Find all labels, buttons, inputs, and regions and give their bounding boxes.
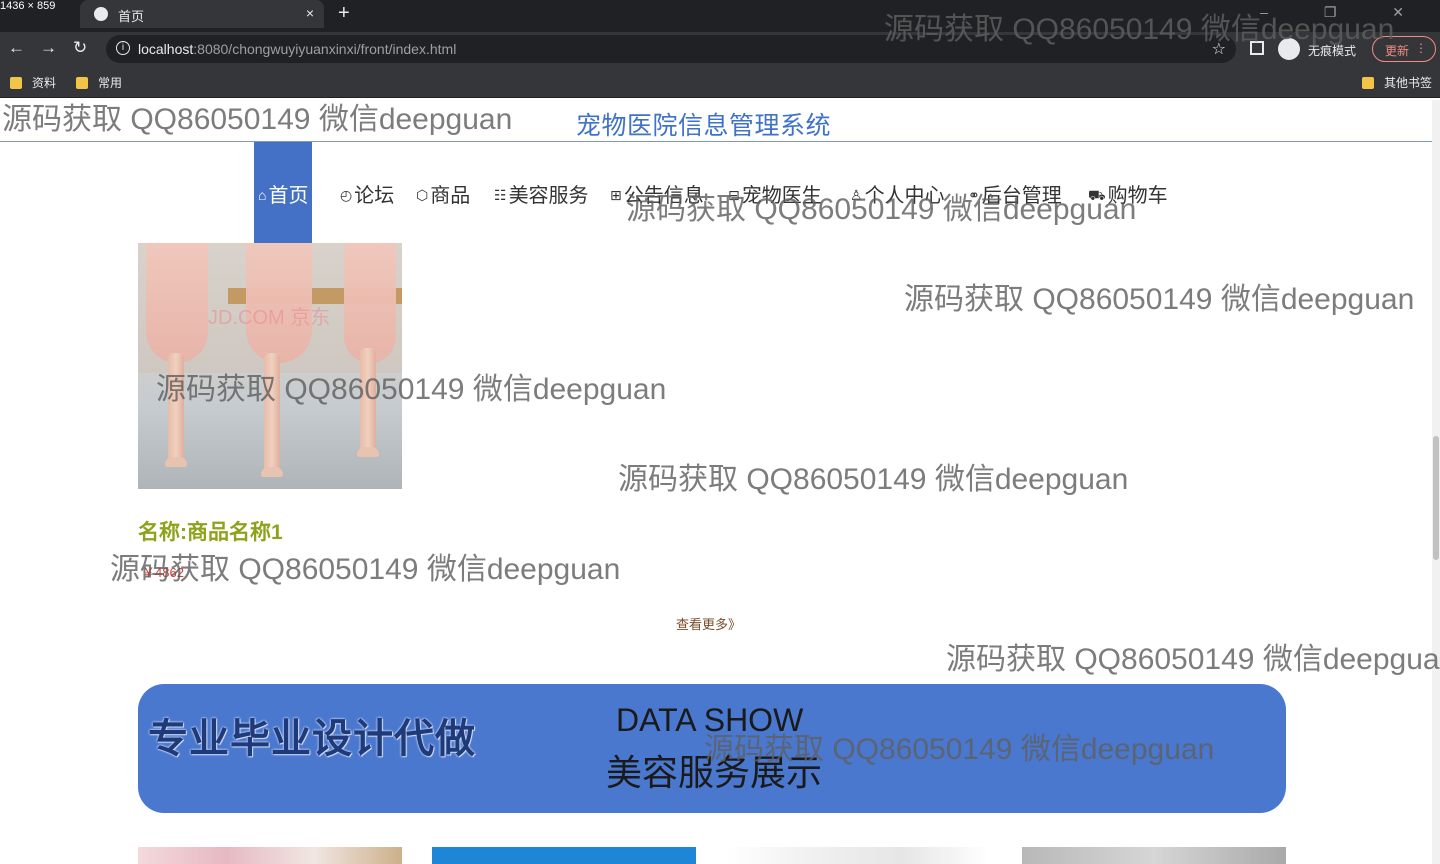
forward-arrow-icon[interactable]: → (40, 38, 57, 58)
nav-item-beauty-service[interactable]: ☷ 美容服务 (494, 142, 589, 243)
tab-title: 首页 (118, 9, 145, 24)
side-panel-icon[interactable] (1250, 41, 1264, 55)
incognito-icon (1278, 38, 1300, 60)
nav-item-goods[interactable]: ⬡ 商品 (416, 142, 470, 243)
site-title: 宠物医院信息管理系统 (576, 112, 832, 140)
product-price: ￥4862 (142, 565, 184, 580)
site-header: 宠物医院信息管理系统 (0, 100, 1440, 142)
view-more-link[interactable]: 查看更多》 (676, 614, 741, 633)
service-thumb-3[interactable] (726, 847, 990, 864)
home-icon: ⌂ (258, 187, 267, 203)
incognito-indicator[interactable]: 无痕模式 (1278, 38, 1368, 60)
user-icon: ♙ (850, 187, 863, 203)
image-watermark: JD.COM 京东 (208, 307, 331, 329)
bookmark-folder-ziliao[interactable]: 资料 (10, 74, 56, 91)
nav-item-cart[interactable]: ⛟ 购物车 (1088, 142, 1168, 243)
box-icon: ⬡ (416, 187, 429, 203)
link-icon: ⚭ (968, 187, 980, 203)
more-menu-icon[interactable]: ⋮ (1415, 41, 1427, 55)
banner-title-en: DATA SHOW (616, 702, 804, 738)
banner-ad-text: 专业毕业设计代做 (148, 717, 476, 761)
banner-title-cn: 美容服务展示 (606, 752, 823, 793)
service-thumb-1[interactable] (138, 847, 402, 864)
window-controls[interactable]: – ❐ ✕ (1260, 4, 1430, 21)
bookmarks-bar: 资料 常用 其他书签 (0, 66, 1440, 98)
service-thumb-4[interactable] (1022, 847, 1286, 864)
new-tab-button[interactable]: + (338, 2, 350, 25)
service-thumb-2[interactable] (432, 847, 696, 864)
nav-item-admin[interactable]: ⚭ 后台管理 (968, 142, 1062, 243)
browser-toolbar: ← → ↻ i localhost:8080/chongwuyiyuanxinx… (0, 32, 1440, 66)
watermark-text: 源码获取 QQ86050149 微信deepguan (904, 283, 1415, 316)
watermark-text: 源码获取 QQ86050149 微信deepguan (946, 643, 1440, 676)
nav-item-forum[interactable]: ◴ 论坛 (340, 142, 394, 243)
browser-tab[interactable]: 首页 × (80, 0, 324, 28)
reload-icon[interactable]: ↻ (73, 38, 87, 58)
nav-item-home[interactable]: ⌂ 首页 (254, 142, 313, 243)
clock-icon: ◴ (340, 187, 353, 203)
folder-icon (10, 77, 22, 89)
nav-item-pet-doctor[interactable]: ⊟ 宠物医生 (728, 142, 822, 243)
scrollbar-thumb[interactable] (1433, 436, 1439, 560)
product-image[interactable]: JD.COM 京东 (138, 243, 402, 489)
tab-close-button[interactable]: × (306, 5, 314, 21)
site-info-icon[interactable]: i (116, 41, 130, 55)
browser-tab-strip: 1436 × 859 首页 × + – ❐ ✕ (0, 0, 1440, 32)
folder-icon (1362, 77, 1374, 89)
other-bookmarks[interactable]: 其他书签 (1362, 74, 1432, 91)
url-text[interactable]: localhost:8080/chongwuyiyuanxinxi/front/… (138, 41, 456, 57)
folder-icon (76, 77, 88, 89)
cart-icon: ⛟ (1088, 187, 1106, 203)
watermark-text: 源码获取 QQ86050149 微信deepguan (618, 463, 1129, 496)
watermark-text: 源码获取 QQ86050149 微信deepguan (110, 553, 621, 586)
screen-size-label: 1436 × 859 (0, 0, 56, 12)
update-button[interactable]: 更新 ⋮ (1372, 36, 1436, 62)
list-icon: ☷ (494, 187, 507, 203)
section-banner: 专业毕业设计代做 DATA SHOW 美容服务展示 (138, 684, 1286, 813)
globe-icon (94, 7, 108, 21)
bookmark-star-icon[interactable]: ☆ (1212, 39, 1226, 59)
grid-icon: ⊟ (728, 187, 740, 203)
bookmark-folder-changyong[interactable]: 常用 (76, 74, 122, 91)
product-name[interactable]: 名称:商品名称1 (138, 516, 283, 546)
grid-icon: ⊞ (610, 187, 622, 203)
back-arrow-icon[interactable]: ← (8, 38, 25, 58)
address-bar[interactable]: i localhost:8080/chongwuyiyuanxinxi/fron… (106, 35, 1236, 63)
nav-item-personal-center[interactable]: ♙ 个人中心 (850, 142, 945, 243)
nav-item-announcements[interactable]: ⊞ 公告信息 (610, 142, 704, 243)
